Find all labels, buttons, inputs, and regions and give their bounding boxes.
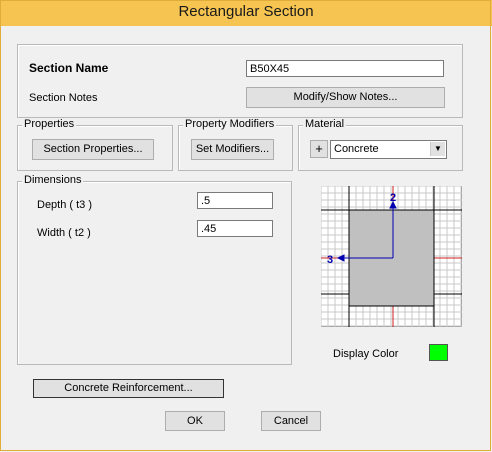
section-properties-button[interactable]: Section Properties... — [32, 139, 154, 160]
section-notes-label: Section Notes — [29, 92, 98, 104]
material-select[interactable]: Concrete ▼ — [330, 140, 447, 159]
axis-2-label: 2 — [390, 192, 396, 204]
dimensions-group-label: Dimensions — [22, 174, 84, 186]
depth-input[interactable] — [197, 192, 273, 209]
depth-label: Depth ( t3 ) — [37, 199, 93, 211]
material-group-label: Material — [303, 118, 347, 130]
width-input[interactable] — [197, 220, 273, 237]
properties-group-label: Properties — [22, 118, 77, 130]
modify-notes-button[interactable]: Modify/Show Notes... — [246, 87, 445, 108]
window-title: Rectangular Section — [0, 0, 492, 26]
section-name-input[interactable] — [246, 60, 444, 77]
set-modifiers-button[interactable]: Set Modifiers... — [191, 139, 274, 160]
display-color-label: Display Color — [333, 348, 399, 360]
ok-button[interactable]: OK — [165, 411, 225, 431]
concrete-reinforcement-button[interactable]: Concrete Reinforcement... — [33, 379, 224, 398]
chevron-down-icon[interactable]: ▼ — [430, 142, 445, 156]
add-material-button[interactable]: + — [310, 140, 328, 158]
section-name-label: Section Name — [29, 61, 109, 75]
cancel-button[interactable]: Cancel — [261, 411, 321, 431]
axis-3-label: 3 — [327, 254, 333, 266]
property-modifiers-label: Property Modifiers — [183, 118, 277, 130]
section-preview: 2 3 — [321, 186, 462, 327]
material-selected-value: Concrete — [334, 143, 379, 155]
width-label: Width ( t2 ) — [37, 227, 91, 239]
display-color-swatch[interactable] — [429, 344, 448, 361]
